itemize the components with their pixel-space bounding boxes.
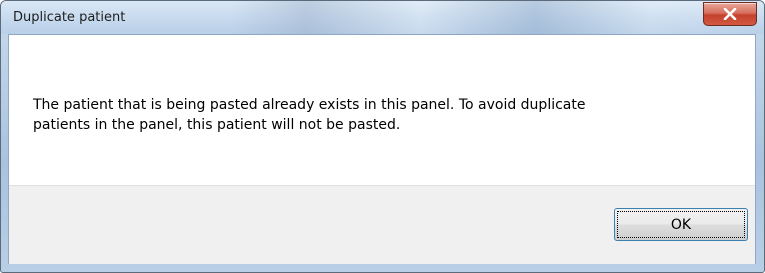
close-icon — [723, 8, 737, 20]
message-panel: The patient that is being pasted already… — [9, 35, 755, 185]
ok-button-label: OK — [617, 211, 745, 238]
title-bar[interactable]: Duplicate patient — [1, 1, 764, 34]
window-title: Duplicate patient — [13, 10, 126, 25]
dialog-client-area: The patient that is being pasted already… — [8, 34, 756, 264]
message-text: The patient that is being pasted already… — [33, 95, 733, 135]
message-line-1: The patient that is being pasted already… — [33, 97, 586, 113]
button-bar: OK — [9, 185, 755, 264]
close-button[interactable] — [703, 2, 757, 26]
dialog-window: Duplicate patient The patient that is be… — [0, 0, 765, 273]
ok-button[interactable]: OK — [614, 208, 748, 241]
message-line-2: patients in the panel, this patient will… — [33, 117, 401, 133]
